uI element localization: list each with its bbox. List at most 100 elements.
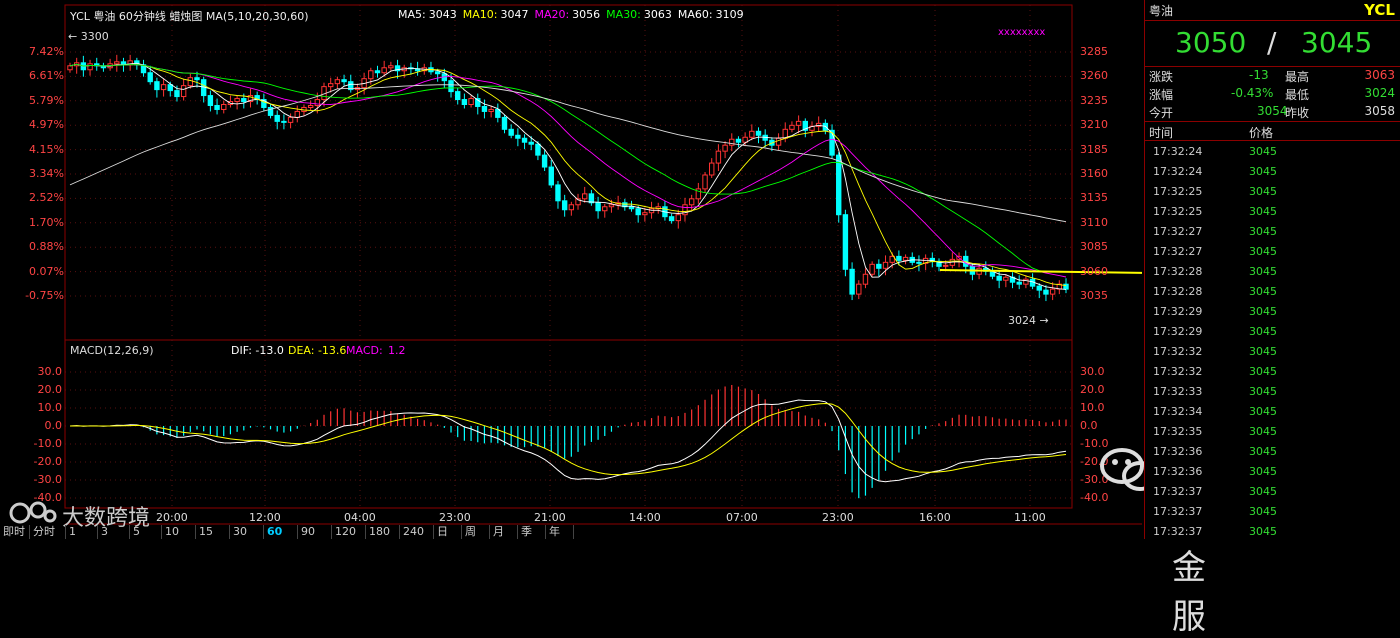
pct-row: 涨幅 -0.43% 最低 3024 — [1149, 86, 1395, 102]
period-button[interactable]: 月 — [490, 525, 518, 539]
price-panel-frame — [64, 4, 1073, 341]
macd-dea-label: DEA: -13.6 — [288, 344, 347, 357]
low-price-mark: 3024 → — [1008, 314, 1049, 327]
tick-row: 17:32:34 3045 — [1145, 402, 1400, 422]
pct-axis-label: 3.34% — [29, 167, 64, 180]
tick-price: 3045 — [1249, 305, 1277, 318]
candle-body — [180, 85, 187, 98]
candle-body — [836, 154, 842, 216]
tick-time: 17:32:37 — [1153, 505, 1203, 518]
time-axis-label: 14:00 — [629, 511, 661, 524]
candle-body — [521, 137, 528, 143]
macd-axis-label: 20.0 — [37, 383, 63, 396]
tick-row: 17:32:25 3045 — [1145, 182, 1400, 202]
candle-body — [789, 124, 795, 130]
macd-dif-line — [69, 399, 1067, 483]
candle-body — [675, 214, 681, 222]
candle-body — [468, 98, 474, 106]
pct-axis-label: 7.42% — [29, 45, 64, 58]
macd-axis-label: 0.0 — [44, 419, 63, 432]
period-button[interactable]: 180 — [366, 525, 400, 539]
tick-list[interactable]: 17:32:24 3045 17:32:24 3045 17:32:25 3045 17:3… — [1145, 142, 1400, 542]
tick-row: 17:32:29 3045 — [1145, 322, 1400, 342]
tick-time: 17:32:28 — [1153, 285, 1203, 298]
period-button[interactable]: 90 — [298, 525, 332, 539]
period-button[interactable]: 3 — [98, 525, 130, 539]
tick-price: 3045 — [1249, 145, 1277, 158]
tick-time: 17:32:32 — [1153, 365, 1203, 378]
tick-price: 3045 — [1249, 185, 1277, 198]
candle-body — [341, 79, 347, 83]
price-axis-label: 3135 — [1080, 191, 1108, 205]
candle-body — [455, 91, 461, 101]
tick-price: 3045 — [1249, 265, 1277, 278]
ma-value: 3047 — [500, 8, 529, 21]
tick-price: 3045 — [1249, 365, 1277, 378]
candle-body — [862, 273, 869, 285]
tick-time: 17:32:34 — [1153, 405, 1203, 418]
macd-axis-label: -30.0 — [33, 473, 62, 486]
period-selector: 即时 分时 1 3 5 10 15 30 60 90 120 180 240 日周月季年 — [0, 525, 660, 539]
period-button[interactable]: 日 — [434, 525, 462, 539]
candle-body — [160, 84, 167, 91]
period-button[interactable]: 季 — [518, 525, 546, 539]
candle-body — [916, 261, 922, 264]
candle-body — [207, 95, 214, 106]
time-axis-label: 20:00 — [156, 511, 188, 524]
tick-row: 17:32:32 3045 — [1145, 362, 1400, 382]
time-axis-label: 07:00 — [726, 511, 758, 524]
pct-axis-label: 0.07% — [29, 264, 64, 278]
macd-axis-label-right: 30.0 — [1080, 365, 1105, 378]
chart-canvas[interactable] — [0, 0, 1142, 539]
tick-price: 3045 — [1249, 165, 1277, 178]
candle-body — [541, 154, 548, 168]
period-button[interactable]: 60 — [264, 525, 298, 539]
candle-body — [635, 208, 641, 216]
candle-body — [795, 120, 802, 126]
period-button[interactable]: 即时 — [0, 525, 30, 539]
tick-row: 17:32:36 3045 — [1145, 442, 1400, 462]
tick-time: 17:32:33 — [1153, 385, 1203, 398]
candle-body — [996, 275, 1002, 281]
tick-time: 17:32:24 — [1153, 145, 1203, 158]
candle-body — [642, 212, 648, 216]
time-axis-label: 12:00 — [249, 511, 281, 524]
period-button[interactable]: 1 — [66, 525, 98, 539]
candle-body — [1036, 285, 1042, 291]
period-button[interactable]: 30 — [230, 525, 264, 539]
candle-body — [668, 216, 675, 222]
candle-body — [327, 83, 334, 88]
time-axis-label: 16:00 — [919, 511, 951, 524]
period-button[interactable]: 周 — [462, 525, 490, 539]
tick-price: 3045 — [1249, 205, 1277, 218]
period-button[interactable]: 5 — [130, 525, 162, 539]
ma-legend-item: MA20: 3056 — [534, 8, 600, 21]
candle-body — [287, 116, 294, 123]
period-button[interactable]: 分时 — [30, 525, 66, 539]
period-button[interactable]: 年 — [546, 525, 574, 539]
ma-value: 3109 — [715, 8, 744, 21]
candle-body — [722, 144, 728, 152]
ma-value: 3043 — [428, 8, 457, 21]
candle-body — [174, 90, 180, 98]
candle-body — [481, 105, 488, 112]
macd-axis-label: -10.0 — [33, 437, 62, 450]
candle-body — [241, 98, 247, 103]
time-axis-label: 04:00 — [344, 511, 376, 524]
period-button[interactable]: 120 — [332, 525, 366, 539]
ma-legend: MA5: 3043 MA10: 3047 MA20: 3056 MA30: 3063 MA60:… — [398, 8, 750, 21]
candle-body — [896, 255, 902, 261]
candle-body — [602, 206, 608, 212]
period-button[interactable]: 240 — [400, 525, 434, 539]
candle-body — [448, 80, 454, 93]
candle-body — [214, 104, 220, 110]
period-button[interactable]: 10 — [162, 525, 196, 539]
macd-axis-label: -20.0 — [33, 455, 62, 468]
candle-body — [688, 198, 695, 206]
period-button[interactable]: 15 — [196, 525, 230, 539]
candle-body — [702, 174, 708, 190]
chart-area[interactable]: YCL 粤油 60分钟线 蜡烛图 MA(5,10,20,30,60) MA5: 3… — [0, 0, 1206, 637]
price-axis-label: 3285 — [1080, 45, 1108, 58]
tick-row: 17:32:28 3045 — [1145, 262, 1400, 282]
col-header-price: 价格 — [1249, 126, 1274, 140]
